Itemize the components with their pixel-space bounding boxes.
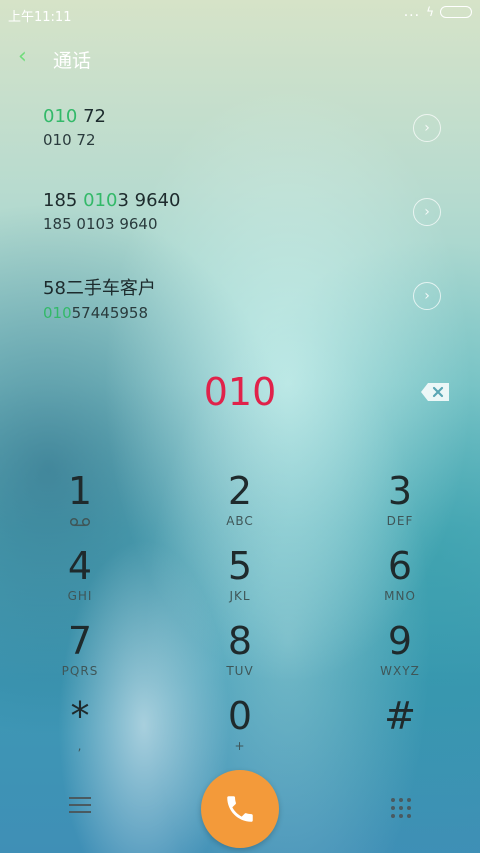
- detail-chevron-button[interactable]: ›: [413, 114, 441, 142]
- result-name: 185 0103 9640: [43, 190, 463, 211]
- menu-icon[interactable]: [69, 797, 91, 815]
- back-arrow-icon[interactable]: ‹: [18, 44, 27, 69]
- result-number: 010 72: [43, 131, 96, 149]
- key-0[interactable]: 0 +: [180, 695, 300, 767]
- detail-chevron-button[interactable]: ›: [413, 198, 441, 226]
- charging-icon: ϟ: [426, 5, 434, 19]
- key-8[interactable]: 8 TUV: [180, 620, 300, 692]
- key-letters: +: [234, 739, 246, 753]
- status-bar: 上午11:11 ... ϟ: [0, 0, 480, 28]
- battery-icon: [440, 6, 472, 18]
- key-letters: ABC: [226, 514, 254, 528]
- key-letters: WXYZ: [380, 664, 420, 678]
- match-highlight: 010: [43, 304, 72, 322]
- key-letters: PQRS: [61, 664, 99, 678]
- match-highlight: 010: [43, 106, 78, 127]
- result-name: 010 72: [43, 106, 463, 127]
- key-digit: 8: [227, 619, 253, 663]
- key-letters: GHI: [67, 589, 93, 603]
- key-letters: DEF: [386, 514, 414, 528]
- call-button[interactable]: [201, 770, 279, 848]
- status-icons: ... ϟ: [404, 4, 472, 20]
- contact-result[interactable]: 58二手车客户 01057445958 ›: [43, 274, 463, 344]
- key-7[interactable]: 7 PQRS: [20, 620, 140, 692]
- key-1[interactable]: 1: [20, 470, 140, 542]
- key-star[interactable]: * ,: [20, 695, 140, 767]
- phone-icon: [227, 796, 253, 822]
- key-digit: *: [70, 694, 90, 738]
- status-time: 上午11:11: [8, 10, 72, 25]
- name-rest: 72: [77, 106, 106, 127]
- key-3[interactable]: 3 DEF: [340, 470, 460, 542]
- result-number: 185 0103 9640: [43, 215, 158, 233]
- key-letters: MNO: [384, 589, 416, 603]
- page-title: 通话: [53, 50, 92, 72]
- key-9[interactable]: 9 WXYZ: [340, 620, 460, 692]
- detail-chevron-button[interactable]: ›: [413, 282, 441, 310]
- key-digit: 1: [67, 469, 93, 513]
- key-digit: 3: [387, 469, 413, 513]
- voicemail-icon: [69, 517, 91, 527]
- key-hash[interactable]: #: [340, 695, 460, 767]
- dialed-number: 010: [203, 370, 277, 414]
- key-2[interactable]: 2 ABC: [180, 470, 300, 542]
- key-digit: #: [384, 694, 416, 738]
- contact-result[interactable]: 185 0103 9640 185 0103 9640 ›: [43, 190, 463, 260]
- name-rest: 3 9640: [117, 190, 181, 211]
- header: ‹ 通话: [0, 40, 480, 76]
- key-letters: TUV: [226, 664, 254, 678]
- key-4[interactable]: 4 GHI: [20, 545, 140, 617]
- dialpad-grid-icon[interactable]: [389, 796, 413, 820]
- bottom-bar: [0, 770, 480, 850]
- contact-result[interactable]: 010 72 010 72 ›: [43, 106, 463, 176]
- key-letters: ,: [77, 739, 83, 753]
- backspace-icon[interactable]: [420, 382, 450, 402]
- result-number: 01057445958: [43, 304, 463, 322]
- number-rest: 57445958: [71, 304, 148, 322]
- key-digit: 6: [387, 544, 413, 588]
- key-digit: 9: [387, 619, 413, 663]
- key-digit: 5: [227, 544, 253, 588]
- key-6[interactable]: 6 MNO: [340, 545, 460, 617]
- key-digit: 0: [227, 694, 253, 738]
- name-prefix: 185: [43, 190, 84, 211]
- result-name: 58二手车客户: [43, 278, 156, 299]
- key-digit: 2: [227, 469, 253, 513]
- key-5[interactable]: 5 JKL: [180, 545, 300, 617]
- more-notifications-icon: ...: [403, 4, 421, 20]
- match-highlight: 010: [83, 190, 118, 211]
- key-digit: 4: [67, 544, 93, 588]
- key-digit: 7: [67, 619, 93, 663]
- key-letters: JKL: [229, 589, 251, 603]
